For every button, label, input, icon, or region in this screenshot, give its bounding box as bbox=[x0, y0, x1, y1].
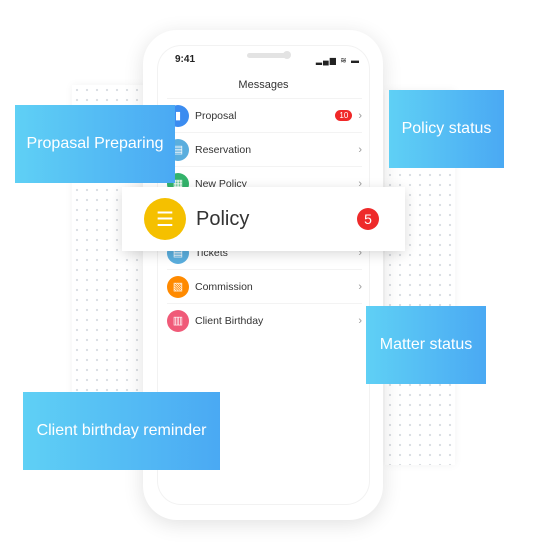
status-icons: ▂▄▆ ≋ ▬ bbox=[315, 56, 360, 65]
policy-label: Policy bbox=[196, 207, 250, 230]
chevron-right-icon: › bbox=[358, 314, 362, 327]
list-item[interactable]: ▤ Reservation › bbox=[167, 132, 362, 166]
callout-matter-status: Matter status bbox=[366, 306, 486, 384]
list-item-label: Commission bbox=[195, 280, 253, 293]
page-title: Messages bbox=[238, 79, 289, 91]
callout-policy-status: Policy status bbox=[389, 90, 504, 168]
camera bbox=[283, 51, 291, 59]
callout-proposal: Propasal Preparing bbox=[15, 105, 175, 183]
list-item[interactable]: ▧ Commission › bbox=[167, 269, 362, 303]
policy-card[interactable]: ☰ Policy 5 bbox=[122, 187, 405, 251]
chevron-right-icon: › bbox=[358, 143, 362, 156]
list-item[interactable]: ▥ Client Birthday › bbox=[167, 303, 362, 337]
policy-badge: 5 bbox=[357, 208, 379, 230]
chevron-right-icon: › bbox=[358, 280, 362, 293]
list-item-label: Client Birthday bbox=[195, 314, 264, 327]
list-item-label: Reservation bbox=[195, 143, 252, 156]
unread-badge: 10 bbox=[335, 110, 353, 121]
cake-icon: ▥ bbox=[167, 309, 189, 332]
policy-icon: ☰ bbox=[144, 198, 186, 240]
chevron-right-icon: › bbox=[358, 109, 362, 122]
commission-icon: ▧ bbox=[167, 275, 189, 298]
callout-birthday: Client birthday reminder bbox=[23, 392, 220, 470]
list-item-label: Proposal bbox=[195, 109, 237, 122]
speaker bbox=[247, 53, 287, 58]
list-item[interactable]: ▮ Proposal 10 › bbox=[167, 98, 362, 132]
status-time: 9:41 bbox=[175, 54, 196, 65]
